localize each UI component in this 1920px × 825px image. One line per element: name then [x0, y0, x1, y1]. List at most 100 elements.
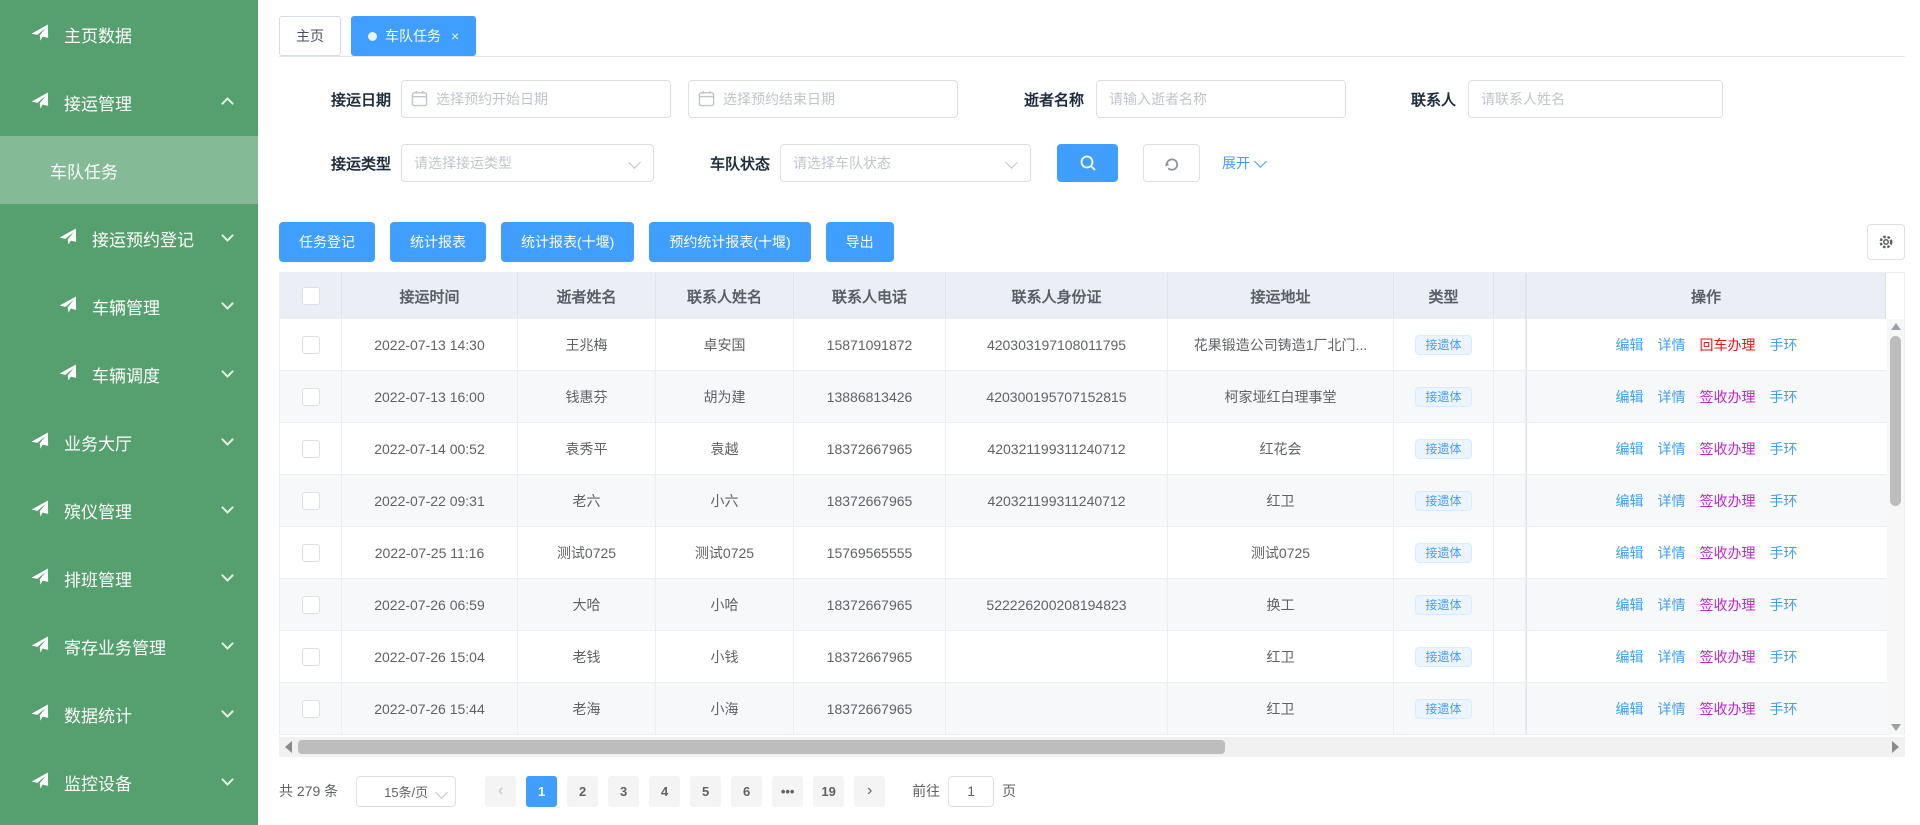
page-button-19[interactable]: 19 [813, 776, 844, 807]
page-size-select[interactable]: 15条/页 [356, 776, 456, 807]
goto-page-input[interactable] [948, 776, 994, 807]
column-settings-button[interactable] [1867, 224, 1905, 260]
page-button-6[interactable]: 6 [731, 776, 762, 807]
sidebar-item-data-statistics[interactable]: 数据统计 [0, 680, 258, 748]
page-button-4[interactable]: 4 [649, 776, 680, 807]
sidebar-item-monitoring-devices[interactable]: 监控设备 [0, 748, 258, 816]
sidebar-item-home-data[interactable]: 主页数据 [0, 0, 258, 68]
sidebar-item-funeral-mgmt[interactable]: 殡仪管理 [0, 476, 258, 544]
contact-input[interactable] [1468, 80, 1723, 118]
scroll-down-icon[interactable] [1891, 724, 1901, 731]
sign-process-link[interactable]: 签收办理 [1700, 491, 1756, 511]
row-checkbox[interactable] [302, 440, 320, 458]
row-checkbox[interactable] [302, 388, 320, 406]
scroll-up-icon[interactable] [1891, 323, 1901, 330]
bracelet-link[interactable]: 手环 [1770, 491, 1798, 511]
row-checkbox[interactable] [302, 544, 320, 562]
next-page-button[interactable]: › [854, 776, 885, 807]
date-end-input[interactable] [688, 80, 958, 118]
tab-fleet-tasks[interactable]: 车队任务 × [351, 16, 476, 56]
scroll-left-icon[interactable] [285, 741, 292, 753]
sign-process-link[interactable]: 签收办理 [1700, 595, 1756, 615]
pickup-type-select[interactable]: 请选择接运类型 [401, 144, 654, 182]
bracelet-link[interactable]: 手环 [1770, 439, 1798, 459]
return-process-link[interactable]: 回车办理 [1700, 335, 1756, 355]
detail-link[interactable]: 详情 [1658, 543, 1686, 563]
detail-link[interactable]: 详情 [1658, 699, 1686, 719]
vertical-scrollbar[interactable] [1887, 319, 1904, 735]
sidebar-item-vehicle-mgmt[interactable]: 车辆管理 [0, 272, 258, 340]
detail-link[interactable]: 详情 [1658, 387, 1686, 407]
vertical-scrollbar-thumb[interactable] [1890, 336, 1901, 506]
reservation-stats-report-shiyan-button[interactable]: 预约统计报表(十堰) [649, 222, 810, 262]
refresh-button[interactable] [1143, 144, 1200, 182]
bracelet-link[interactable]: 手环 [1770, 699, 1798, 719]
sidebar-item-pickup-reservation[interactable]: 接运预约登记 [0, 204, 258, 272]
app-window: 主页数据 接运管理 车队任务 接运预约登记 车辆管理 车辆调度 业务大厅 [0, 0, 1920, 825]
close-icon[interactable]: × [451, 28, 459, 44]
select-all-checkbox[interactable] [302, 287, 320, 305]
row-checkbox[interactable] [302, 648, 320, 666]
page-button-3[interactable]: 3 [608, 776, 639, 807]
edit-link[interactable]: 编辑 [1616, 647, 1644, 667]
sidebar-item-transport-mgmt[interactable]: 接运管理 [0, 68, 258, 136]
scroll-right-icon[interactable] [1892, 741, 1899, 753]
edit-link[interactable]: 编辑 [1616, 595, 1644, 615]
sidebar-item-shift-mgmt[interactable]: 排班管理 [0, 544, 258, 612]
sidebar-item-fleet-tasks[interactable]: 车队任务 [0, 136, 258, 204]
edit-link[interactable]: 编辑 [1616, 387, 1644, 407]
sidebar-item-vehicle-dispatch[interactable]: 车辆调度 [0, 340, 258, 408]
edit-link[interactable]: 编辑 [1616, 491, 1644, 511]
expand-link[interactable]: 展开 [1222, 153, 1265, 173]
row-checkbox[interactable] [302, 336, 320, 354]
detail-link[interactable]: 详情 [1658, 647, 1686, 667]
row-checkbox[interactable] [302, 492, 320, 510]
detail-link[interactable]: 详情 [1658, 335, 1686, 355]
sidebar-item-business-hall[interactable]: 业务大厅 [0, 408, 258, 476]
detail-link[interactable]: 详情 [1658, 439, 1686, 459]
bracelet-link[interactable]: 手环 [1770, 647, 1798, 667]
export-button[interactable]: 导出 [826, 222, 894, 262]
more-pages-button[interactable]: ••• [772, 776, 803, 807]
fleet-task-table: 接运时间 逝者姓名 联系人姓名 联系人电话 联系人身份证 接运地址 类型 操作 … [279, 272, 1905, 735]
sign-process-link[interactable]: 签收办理 [1700, 439, 1756, 459]
row-checkbox[interactable] [302, 596, 320, 614]
stats-report-button[interactable]: 统计报表 [390, 222, 486, 262]
type-tag: 接遗体 [1415, 647, 1471, 667]
bracelet-link[interactable]: 手环 [1770, 595, 1798, 615]
pickup-date-label: 接运日期 [279, 89, 391, 110]
sign-process-link[interactable]: 签收办理 [1700, 543, 1756, 563]
type-tag: 接遗体 [1415, 595, 1471, 615]
search-button[interactable] [1057, 144, 1118, 182]
total-count: 共 279 条 [279, 781, 338, 801]
row-checkbox[interactable] [302, 700, 320, 718]
cell-idcard [946, 683, 1168, 734]
paper-plane-icon [57, 227, 80, 250]
bracelet-link[interactable]: 手环 [1770, 335, 1798, 355]
edit-link[interactable]: 编辑 [1616, 439, 1644, 459]
sign-process-link[interactable]: 签收办理 [1700, 387, 1756, 407]
page-button-2[interactable]: 2 [567, 776, 598, 807]
bracelet-link[interactable]: 手环 [1770, 387, 1798, 407]
horizontal-scrollbar-thumb[interactable] [298, 740, 1225, 754]
stats-report-shiyan-button[interactable]: 统计报表(十堰) [501, 222, 634, 262]
detail-link[interactable]: 详情 [1658, 491, 1686, 511]
edit-link[interactable]: 编辑 [1616, 699, 1644, 719]
page-button-5[interactable]: 5 [690, 776, 721, 807]
sign-process-link[interactable]: 签收办理 [1700, 699, 1756, 719]
tabs-bar: 主页 车队任务 × [279, 0, 1905, 57]
prev-page-button[interactable]: ‹ [485, 776, 516, 807]
detail-link[interactable]: 详情 [1658, 595, 1686, 615]
bracelet-link[interactable]: 手环 [1770, 543, 1798, 563]
task-register-button[interactable]: 任务登记 [279, 222, 375, 262]
edit-link[interactable]: 编辑 [1616, 543, 1644, 563]
horizontal-scrollbar[interactable] [279, 737, 1905, 757]
sidebar-item-storage-mgmt[interactable]: 寄存业务管理 [0, 612, 258, 680]
tab-home[interactable]: 主页 [279, 16, 341, 56]
deceased-name-input[interactable] [1096, 80, 1346, 118]
edit-link[interactable]: 编辑 [1616, 335, 1644, 355]
page-button-1[interactable]: 1 [526, 776, 557, 807]
fleet-status-select[interactable]: 请选择车队状态 [780, 144, 1031, 182]
sign-process-link[interactable]: 签收办理 [1700, 647, 1756, 667]
date-start-input[interactable] [401, 80, 671, 118]
